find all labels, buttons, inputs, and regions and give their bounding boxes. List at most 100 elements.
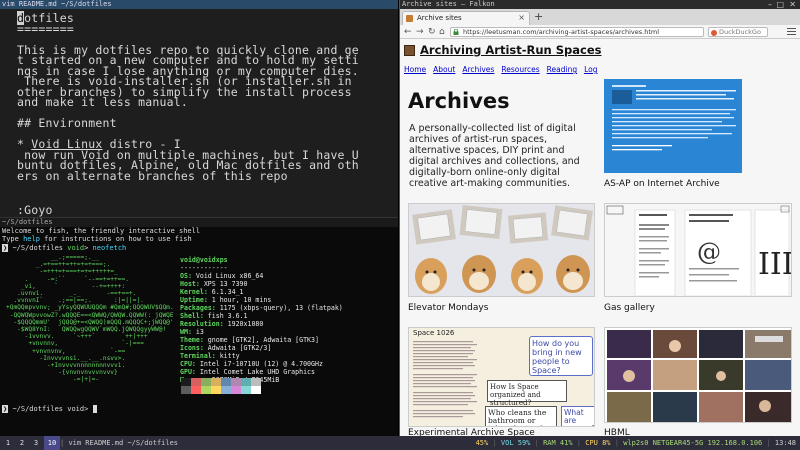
caption-asap[interactable]: AS-AP on Internet Archive [604,179,720,189]
vim-window[interactable]: vim README.md ~/S/dotfiles dotfiles =====… [0,0,398,217]
page-intro: A personally-collected list of digital a… [409,123,580,189]
thumb-hbml[interactable] [604,327,792,423]
favicon-icon [406,15,413,22]
url-text: https://leetusman.com/archiving-artist-s… [463,28,660,36]
caption-elevator-mondays[interactable]: Elevator Mondays [408,303,488,313]
terminal-welcome: Welcome to fish, the friendly interactiv… [2,227,201,235]
browser-window[interactable]: Archive sites — Falkon – □ ✕ Archive sit… [399,0,800,436]
ascii-logo-line: -$QQQQmmU' jQQQ@+=<QWQQ)mQQQ.mQQQC+;jWQQ… [6,318,174,326]
thumb-elevator-mondays[interactable] [408,203,595,297]
color-swatch [181,378,191,386]
caption-experimental-archive-space[interactable]: Experimental Archive Space [408,428,535,436]
vim-line: ## Environment [17,116,117,130]
vim-editor[interactable]: dotfiles ======== This is my dotfiles repo… [0,9,398,217]
clock: 13:48 [774,439,796,447]
hbml-mosaic-preview [605,328,791,422]
neofetch-info-line: WM: i3 [180,328,204,336]
color-swatch [231,386,241,394]
color-swatch [241,378,251,386]
reload-icon[interactable]: ↻ [428,26,436,38]
thumb-asap[interactable] [604,79,742,173]
vim-titlebar: vim README.md ~/S/dotfiles [0,0,398,9]
minimize-icon[interactable]: – [768,0,772,9]
nav-link-resources[interactable]: Resources [501,65,539,74]
color-swatch-row-1 [181,378,261,386]
tab-close-icon[interactable]: × [518,12,525,24]
nav-link-home[interactable]: Home [404,65,426,74]
terminal-help-line: Type help for instructions on how to use… [2,235,192,243]
site-title-link[interactable]: Archiving Artist-Run Spaces [420,43,601,57]
caption-hbml[interactable]: HBML [604,428,630,436]
color-swatch [191,378,201,386]
color-swatch [211,378,221,386]
caption-gas-gallery[interactable]: Gas gallery [604,303,655,313]
color-swatch [241,386,251,394]
neofetch-separator: ------------ [180,264,228,272]
home-icon[interactable]: ⌂ [439,26,445,38]
color-swatch [231,378,241,386]
site-logo [404,45,415,56]
nav-link-about[interactable]: About [433,65,455,74]
color-swatch [201,386,211,394]
tab-label: Archive sites [417,14,462,22]
ram-status: RAM 41% [543,439,573,447]
neofetch-info-line: Uptime: 1 hour, 10 mins [180,296,272,304]
tab-bar: Archive sites × + [400,9,800,25]
workspace-10[interactable]: 10 [44,436,60,450]
neofetch-info-line: Icons: Adwaita [GTK2/3] [180,344,272,352]
status-info: 45% | VOL 59% | RAM 41% | CPU 8% | wlp2s… [475,439,796,447]
color-swatch [221,386,231,394]
close-window-icon[interactable]: ✕ [789,0,796,9]
i3-status-bar: 1 2 3 10 | vim README.md ~/S/dotfiles 45% |… [0,436,800,450]
ascii-logo-line: __.;=====;.__ [6,254,100,261]
space-bubble-1: How do you bring in new people to Space? [529,336,593,376]
color-swatch [221,378,231,386]
terminal-window[interactable]: ~/S/dotfiles Welcome to fish, the friend… [0,217,398,436]
workspace-1[interactable]: 1 [2,436,14,450]
ascii-logo-line: -+Invvvvnnnnnnnnvvvi. [6,362,126,369]
vim-line: and make it less manual. [17,95,188,109]
color-swatch [191,386,201,394]
terminal-final-prompt[interactable]: ❯ ~/S/dotfiles void> [2,405,97,413]
terminal-titlebar: ~/S/dotfiles [0,218,398,227]
terminal-prompt-neofetch: ❯ ~/S/dotfiles void> neofetch [2,244,127,252]
workspace-2[interactable]: 2 [16,436,28,450]
ascii-logo-line: -Invvvvnsi.__.__.nsvv>. [6,354,126,362]
color-swatch [211,386,221,394]
thumb-gas-gallery[interactable]: @ IIIX [604,203,792,297]
forward-icon[interactable]: → [416,26,424,38]
web-page[interactable]: Archiving Artist-Run Spaces Home About Arc… [400,39,800,436]
neofetch-info-line: Theme: gnome [GTK2], Adwaita [GTK3] [180,336,319,344]
space-badge: Space 1026 [413,329,455,337]
page-title: Archives [408,89,510,113]
new-tab-icon[interactable]: + [534,10,543,23]
vim-gutter [0,9,14,217]
asap-page-preview [606,81,740,171]
workspace-3[interactable]: 3 [30,436,42,450]
back-icon[interactable]: ← [404,26,412,38]
color-swatch [201,378,211,386]
neofetch-info-line: OS: Void Linux x86_64 [180,272,264,280]
nav-link-reading[interactable]: Reading [547,65,577,74]
vim-line: ers on alternate branches of this repo [17,168,288,183]
focused-window-title: | vim README.md ~/S/dotfiles [60,439,179,447]
volume-status[interactable]: VOL 59% [501,439,531,447]
neofetch-info-line: Shell: fish 3.6.1 [180,312,248,320]
ascii-logo-line: +vnvnvnv, `-== [6,347,126,355]
ascii-logo-line: .vvnvnI` .;==|==;. :|=||=|. [6,297,144,305]
maximize-icon[interactable]: □ [776,0,784,9]
browser-titlebar: Archive sites — Falkon [400,0,800,9]
svg-text:@: @ [697,238,721,266]
space-bubble-4: What are some of the [561,406,594,426]
duckduckgo-icon [711,29,717,36]
search-input[interactable]: DuckDuckGo [708,27,768,37]
elevator-mondays-preview [409,204,594,296]
vim-line: ======== [17,21,74,36]
url-bar[interactable]: https://leetusman.com/archiving-artist-s… [450,27,704,37]
nav-link-log[interactable]: Log [584,65,597,74]
thumb-experimental-archive-space[interactable]: Space 1026 How do you bring in new peopl… [408,327,595,427]
nav-link-archives[interactable]: Archives [462,65,494,74]
hamburger-menu-icon[interactable] [787,28,796,36]
tab-archive-sites[interactable]: Archive sites × [402,11,530,25]
network-status[interactable]: wlp2s0 NETGEAR45-5G 192.168.0.106 [623,439,762,447]
